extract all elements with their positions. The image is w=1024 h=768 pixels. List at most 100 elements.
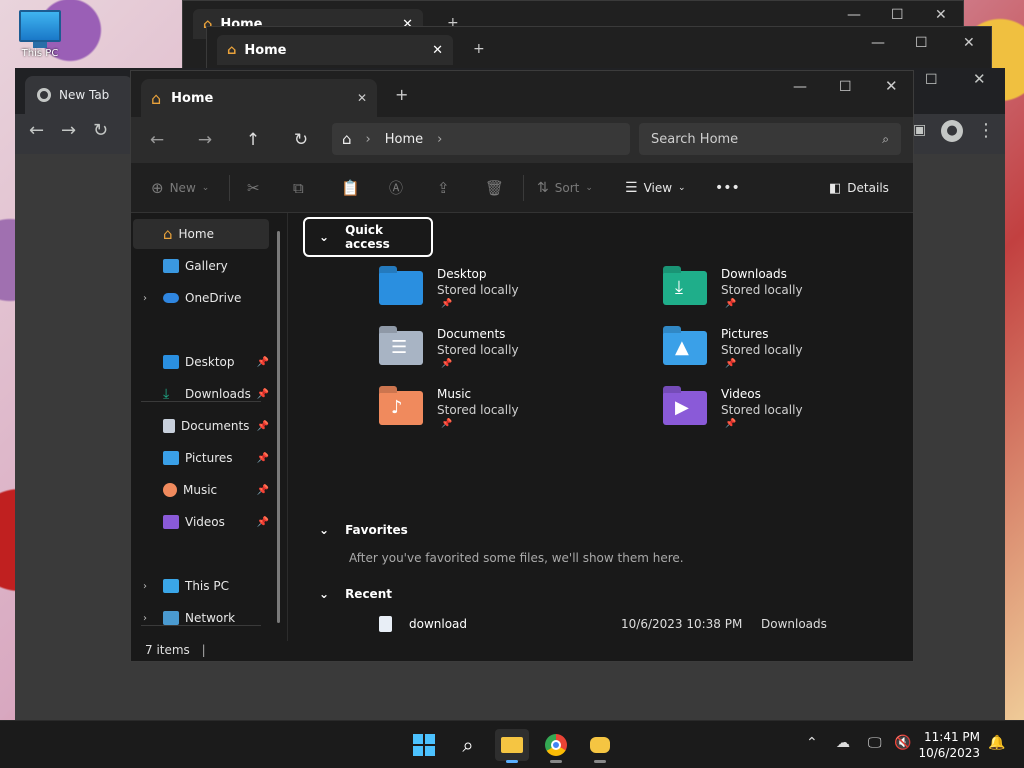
notification-bell-icon[interactable]: 🔔 — [988, 735, 1005, 751]
close-icon[interactable]: ✕ — [432, 43, 443, 58]
pin-icon: 📌 — [256, 484, 269, 496]
side-panel-icon[interactable]: ▣ — [913, 122, 926, 138]
cut-icon[interactable]: ✂ — [247, 177, 260, 199]
menu-dots-icon[interactable]: ⋮ — [977, 120, 995, 141]
quick-access-pictures[interactable]: ▲ Pictures Stored locally 📌 — [663, 327, 923, 385]
start-button[interactable] — [407, 729, 441, 761]
maximize-icon[interactable]: ☐ — [915, 35, 928, 51]
copy-icon[interactable]: ⧉ — [293, 177, 304, 199]
quick-access-desktop[interactable]: Desktop Stored locally 📌 — [379, 267, 639, 325]
sidebar-item-gallery[interactable]: Gallery — [133, 251, 269, 281]
view-button[interactable]: ☰ View ⌄ — [625, 177, 686, 199]
chevron-right-icon[interactable]: › — [437, 132, 442, 147]
pin-icon: 📌 — [441, 359, 453, 369]
sidebar-item-home[interactable]: ⌂ Home — [133, 219, 269, 249]
minimize-icon[interactable]: — — [793, 79, 807, 95]
back-arrow-icon[interactable]: ← — [29, 120, 44, 141]
recent-header[interactable]: ⌄ Recent — [319, 587, 392, 601]
chevron-right-icon[interactable]: › — [143, 613, 147, 624]
status-bar: 7 items | — [131, 641, 913, 663]
folder-icon — [501, 737, 523, 753]
sort-button[interactable]: ⇅ Sort ⌄ — [537, 177, 593, 199]
file-explorer-window[interactable]: ⌂ Home ✕ + — ☐ ✕ ← → ↑ ↻ ⌂ › Home › Sear… — [130, 70, 914, 662]
close-icon[interactable]: ✕ — [973, 70, 986, 88]
new-button[interactable]: ⊕ New ⌄ — [151, 177, 209, 199]
close-icon[interactable]: ✕ — [885, 77, 898, 95]
sidebar-item-videos[interactable]: Videos 📌 — [133, 507, 269, 537]
onedrive-status-icon[interactable]: ☁ — [836, 735, 850, 751]
minimize-icon[interactable]: — — [871, 35, 885, 51]
reload-icon[interactable]: ↻ — [93, 120, 108, 141]
details-button[interactable]: ◧ Details — [829, 177, 889, 199]
desktop-icon-this-pc[interactable]: This PC — [14, 10, 66, 59]
navigation-pane: ⌂ Home Gallery › OneDrive Desktop 📌 ⤓ Do… — [131, 213, 281, 633]
computer-icon — [163, 579, 179, 593]
rename-icon[interactable]: Ⓐ — [389, 177, 403, 199]
gallery-icon — [163, 259, 179, 273]
sidebar-item-downloads[interactable]: ⤓ Downloads 📌 — [133, 379, 269, 409]
bg-window-tab[interactable]: ⌂ Home ✕ — [217, 35, 453, 65]
breadcrumb-home[interactable]: Home — [385, 132, 423, 147]
up-arrow-icon[interactable]: ↑ — [239, 127, 267, 153]
home-icon: ⌂ — [151, 88, 162, 108]
breadcrumb[interactable]: ⌂ › Home › — [332, 123, 630, 155]
close-icon[interactable]: ✕ — [963, 35, 975, 51]
pane-splitter[interactable] — [287, 213, 288, 641]
quick-access-videos[interactable]: ▶ Videos Stored locally 📌 — [663, 387, 923, 445]
sidebar-item-onedrive[interactable]: › OneDrive — [133, 283, 269, 313]
new-tab-icon[interactable]: + — [395, 85, 408, 104]
chevron-right-icon: › — [365, 131, 371, 147]
delete-icon[interactable]: 🗑 — [485, 177, 504, 199]
clock[interactable]: 11:41 PM 10/6/2023 — [918, 729, 980, 761]
sidebar-item-documents[interactable]: Documents 📌 — [133, 411, 269, 441]
more-options-icon[interactable]: ••• — [715, 177, 740, 199]
quick-access-downloads[interactable]: ⤓ Downloads Stored locally 📌 — [663, 267, 923, 325]
sidebar-item-network[interactable]: › Network — [133, 603, 269, 633]
close-tab-icon[interactable]: ✕ — [357, 91, 367, 105]
sidebar-item-desktop[interactable]: Desktop 📌 — [133, 347, 269, 377]
explorer-tab-home[interactable]: ⌂ Home ✕ — [141, 79, 377, 117]
new-tab-icon[interactable]: + — [473, 41, 485, 57]
favorites-empty-message: After you've favorited some files, we'll… — [349, 551, 684, 565]
search-input[interactable]: Search Home ⌕ — [639, 123, 901, 155]
quick-access-music[interactable]: ♪ Music Stored locally 📌 — [379, 387, 639, 445]
file-explorer-taskbar-button[interactable] — [495, 729, 529, 763]
refresh-icon[interactable]: ↻ — [287, 127, 315, 153]
share-icon[interactable]: ⇪ — [437, 177, 450, 199]
search-icon: ⌕ — [462, 733, 474, 757]
pin-icon: 📌 — [441, 299, 453, 309]
back-arrow-icon[interactable]: ← — [143, 127, 171, 153]
forward-arrow-icon[interactable]: → — [61, 120, 76, 141]
videos-folder-icon: ▶ — [663, 391, 707, 425]
sidebar-item-this-pc[interactable]: › This PC — [133, 571, 269, 601]
quick-access-documents[interactable]: ☰ Documents Stored locally 📌 — [379, 327, 639, 385]
chrome-tab-new-tab[interactable]: New Tab — [25, 76, 133, 114]
minimize-icon[interactable]: — — [847, 7, 861, 23]
maximize-icon[interactable]: ☐ — [925, 72, 938, 88]
maximize-icon[interactable]: ☐ — [891, 7, 904, 23]
volume-muted-icon[interactable]: 🔇 — [894, 735, 911, 751]
home-outline-icon: ⌂ — [342, 130, 352, 148]
network-icon[interactable]: 🖵 — [868, 735, 882, 751]
sidebar-scrollbar[interactable] — [277, 231, 280, 623]
close-icon[interactable]: ✕ — [935, 7, 947, 23]
sidebar-item-pictures[interactable]: Pictures 📌 — [133, 443, 269, 473]
chevron-up-icon[interactable]: ⌃ — [806, 735, 818, 751]
search-button[interactable]: ⌕ — [451, 729, 485, 761]
profile-avatar-icon[interactable]: ● — [941, 120, 963, 142]
chrome-taskbar-button[interactable] — [539, 729, 573, 763]
file-icon — [379, 616, 392, 632]
recent-file-row[interactable]: download 10/6/2023 10:38 PM Downloads — [379, 613, 909, 637]
quick-access-header[interactable]: ⌄ Quick access — [303, 217, 433, 257]
chevron-right-icon[interactable]: › — [143, 293, 147, 304]
sidebar-item-music[interactable]: Music 📌 — [133, 475, 269, 505]
pin-icon: 📌 — [725, 419, 737, 429]
favorites-header[interactable]: ⌄ Favorites — [319, 523, 408, 537]
chat-app-taskbar-button[interactable] — [583, 729, 617, 763]
network-icon — [163, 611, 179, 625]
maximize-icon[interactable]: ☐ — [839, 79, 852, 95]
forward-arrow-icon[interactable]: → — [191, 127, 219, 153]
item-count: 7 items — [145, 643, 190, 657]
paste-icon[interactable]: 📋 — [341, 177, 360, 199]
chevron-right-icon[interactable]: › — [143, 581, 147, 592]
